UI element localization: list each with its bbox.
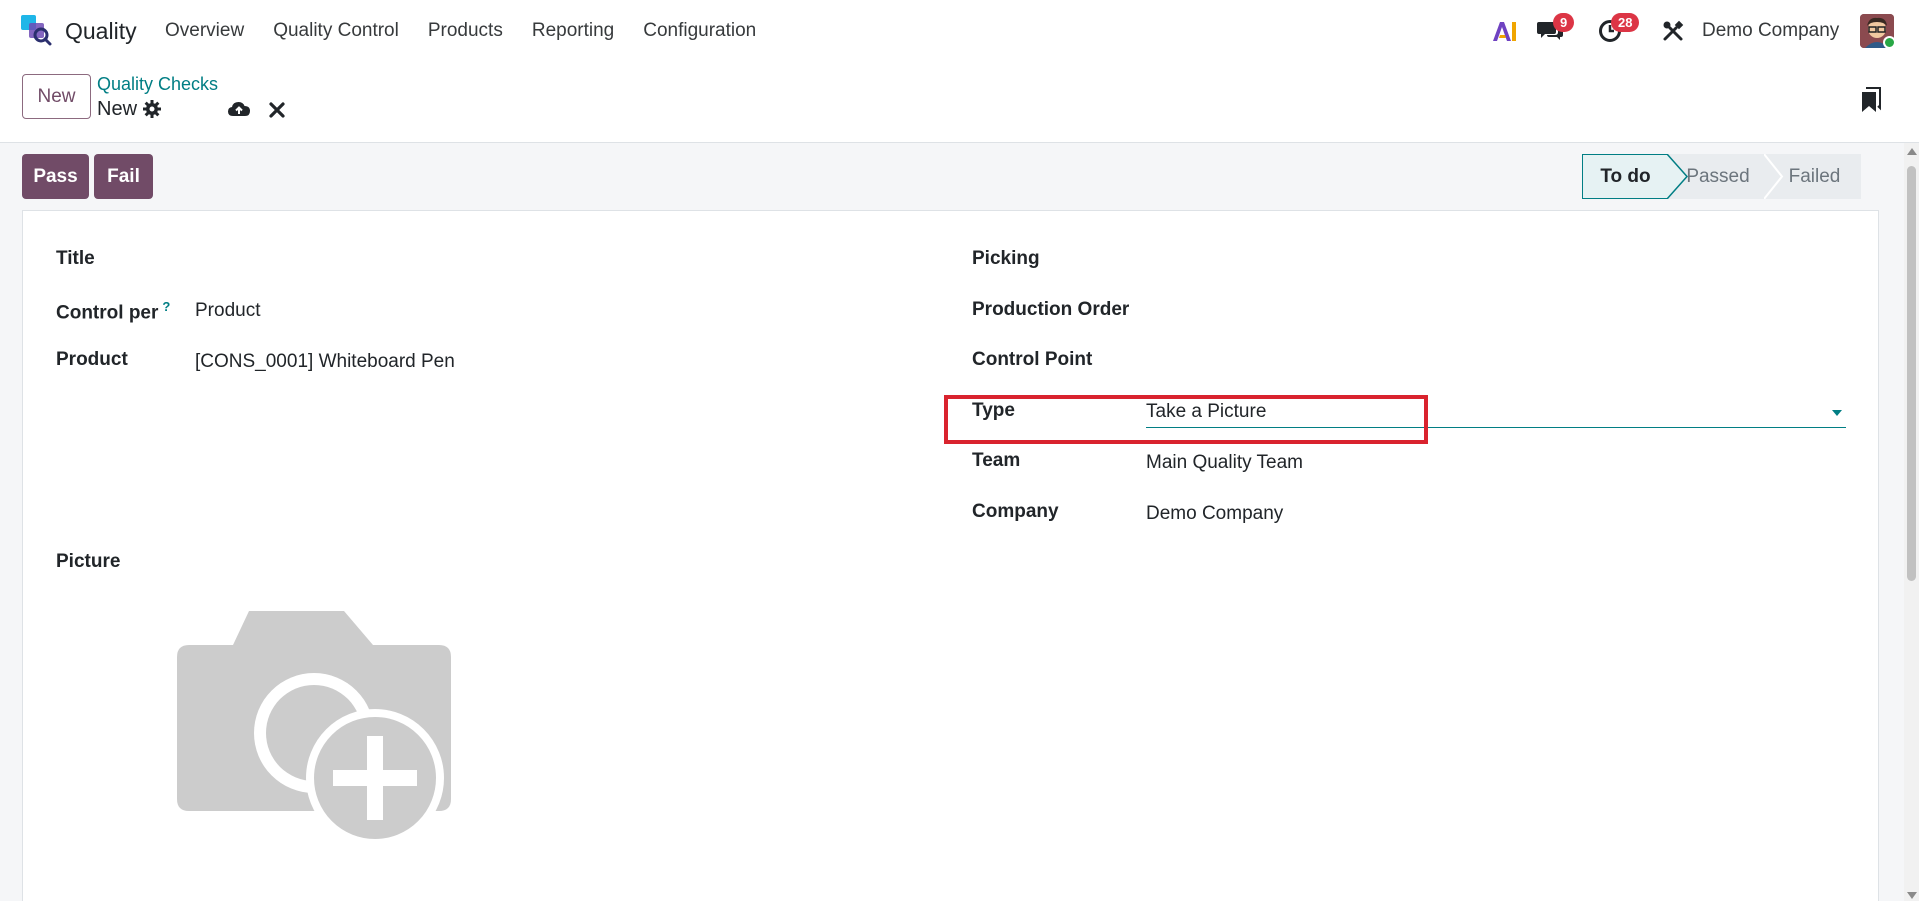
company-switcher[interactable]: Demo Company <box>1702 20 1839 42</box>
scrollbar-thumb[interactable] <box>1907 166 1916 581</box>
scroll-up-icon[interactable] <box>1907 148 1917 155</box>
help-tooltip-icon[interactable]: ? <box>162 299 170 314</box>
activities-badge: 28 <box>1611 13 1640 32</box>
discard-close-icon[interactable] <box>267 100 287 120</box>
app-name[interactable]: Quality <box>65 18 137 45</box>
control-per-label: Control per? <box>56 299 170 324</box>
menu-reporting[interactable]: Reporting <box>532 20 614 42</box>
new-button[interactable]: New <box>22 74 91 119</box>
title-label: Title <box>56 248 95 269</box>
menu-overview[interactable]: Overview <box>165 20 244 42</box>
messages-icon[interactable]: 9 <box>1535 13 1575 46</box>
company-label: Company <box>972 501 1059 522</box>
stage-active-arrow-icon <box>1667 154 1689 199</box>
stage-separator-icon <box>1764 154 1784 199</box>
menu-quality-control[interactable]: Quality Control <box>273 20 399 42</box>
activities-clock-icon[interactable]: 28 <box>1595 13 1640 46</box>
stage-to-do[interactable]: To do <box>1582 154 1668 199</box>
production-order-label: Production Order <box>972 299 1130 320</box>
picture-label: Picture <box>56 551 121 572</box>
menu-configuration[interactable]: Configuration <box>643 20 756 42</box>
control-per-field[interactable]: Product <box>195 300 260 322</box>
online-status-dot <box>1883 36 1896 49</box>
product-field[interactable]: [CONS_0001] Whiteboard Pen <box>195 351 455 373</box>
scroll-down-icon[interactable] <box>1907 892 1917 899</box>
breadcrumb-quality-checks[interactable]: Quality Checks <box>97 74 218 95</box>
picking-label: Picking <box>972 248 1040 269</box>
ai-icon[interactable] <box>1490 16 1520 46</box>
chevron-down-icon[interactable] <box>1832 410 1842 416</box>
main-menu: Overview Quality Control Products Report… <box>165 20 785 42</box>
quality-app-logo-icon[interactable] <box>20 14 52 46</box>
company-field[interactable]: Demo Company <box>1146 503 1283 525</box>
camera-add-placeholder-icon[interactable] <box>177 611 455 856</box>
menu-products[interactable]: Products <box>428 20 503 42</box>
control-panel: New Quality Checks New <box>0 62 1919 143</box>
cloud-upload-icon[interactable] <box>227 98 251 122</box>
fail-button[interactable]: Fail <box>94 154 153 199</box>
bookmark-icon[interactable] <box>1860 86 1882 114</box>
product-label: Product <box>56 349 128 370</box>
team-label: Team <box>972 450 1021 471</box>
team-field[interactable]: Main Quality Team <box>1146 452 1303 474</box>
pass-button[interactable]: Pass <box>22 154 89 199</box>
messages-badge: 9 <box>1553 13 1575 32</box>
control-per-label-text: Control per <box>56 302 159 324</box>
debug-tools-icon[interactable] <box>1658 16 1688 46</box>
top-navbar: Quality Overview Quality Control Product… <box>0 0 1919 62</box>
control-point-label: Control Point <box>972 349 1093 370</box>
type-highlight-annotation <box>944 395 1428 444</box>
gear-icon[interactable] <box>142 99 162 119</box>
record-name: New <box>97 98 138 120</box>
